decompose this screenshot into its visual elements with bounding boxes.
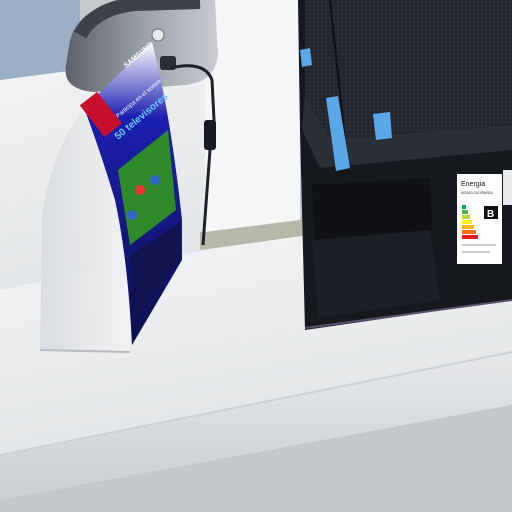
energy-class-letter: B [487,209,494,220]
energy-label-subtitle: MODELO/ESPAÑOL [461,190,493,195]
printer [298,0,512,330]
energy-bar-g [462,235,478,239]
sign-player-2 [150,175,160,185]
printer-tape-2 [373,112,392,140]
printer-tape-3 [300,48,312,67]
energy-bar-e [462,225,474,229]
energy-label-qr [503,170,512,205]
energy-bar-b [462,210,468,214]
device-logo-icon [151,28,165,42]
scene-svg: SAMSUNG Participa en el sorteo 50 televi… [0,0,512,512]
energy-label-title: Energia [461,181,485,188]
sign-player-3 [127,210,137,220]
sign-player-1 [135,185,145,195]
energy-bar-f [462,230,476,234]
energy-bar-a [462,205,466,209]
back-panel [205,0,300,232]
energy-bar-c [462,215,470,219]
product-display-photo: SAMSUNG Participa en el sorteo 50 televi… [0,0,512,512]
energy-bar-d [462,220,472,224]
cable-connector [204,120,216,150]
